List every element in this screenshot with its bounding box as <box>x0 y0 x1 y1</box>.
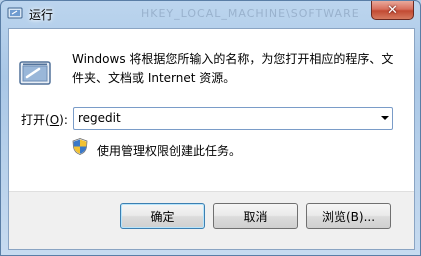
chevron-down-icon[interactable] <box>381 116 389 120</box>
open-input[interactable]: regedit <box>78 111 121 125</box>
open-combobox[interactable]: regedit <box>73 107 393 130</box>
close-icon: ✕ <box>387 2 398 18</box>
uac-shield-icon <box>72 138 88 155</box>
open-label: 打开(O): <box>21 113 68 127</box>
run-dialog-window: 运行 HKEY_LOCAL_MACHINE\SOFTWARE ✕ Windows… <box>0 0 421 256</box>
ok-button[interactable]: 确定 <box>120 203 205 229</box>
title-bar[interactable]: 运行 HKEY_LOCAL_MACHINE\SOFTWARE ✕ <box>1 1 420 27</box>
cancel-button[interactable]: 取消 <box>213 203 298 229</box>
dialog-description: Windows 将根据您所输入的名称，为您打开相应的程序、文件夹、文档或 Int… <box>72 52 394 85</box>
run-program-icon <box>19 61 51 85</box>
browse-button[interactable]: 浏览(B)... <box>306 203 391 229</box>
admin-rights-note: 使用管理权限创建此任务。 <box>97 144 242 158</box>
dialog-body: Windows 将根据您所输入的名称，为您打开相应的程序、文件夹、文档或 Int… <box>8 28 415 250</box>
run-icon <box>7 7 23 19</box>
window-title: 运行 <box>29 8 54 22</box>
close-button[interactable]: ✕ <box>371 1 414 20</box>
background-title: HKEY_LOCAL_MACHINE\SOFTWARE <box>141 7 360 20</box>
